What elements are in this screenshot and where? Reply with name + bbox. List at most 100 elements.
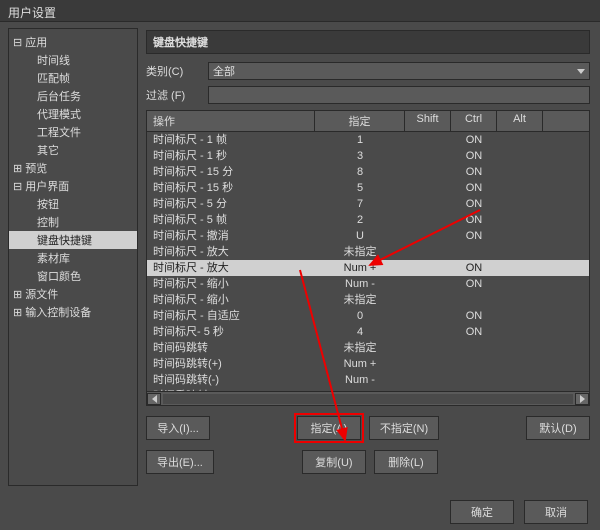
cell-ctrl xyxy=(451,372,497,388)
table-row[interactable]: 时间标尺- 5 秒4ON xyxy=(147,324,589,340)
button-row-2: 导出(E)... 复制(U) 删除(L) xyxy=(146,450,590,474)
tree-item[interactable]: 控制 xyxy=(9,213,137,231)
table-row[interactable]: 时间标尺 - 放大未指定 xyxy=(147,244,589,260)
panel-title: 键盘快捷键 xyxy=(146,30,590,54)
table-row[interactable]: 时间标尺 - 1 秒3ON xyxy=(147,148,589,164)
table-row[interactable]: 时间标尺 - 15 秒5ON xyxy=(147,180,589,196)
table-row[interactable]: 时间标尺 - 自适应0ON xyxy=(147,308,589,324)
col-ctrl[interactable]: Ctrl xyxy=(451,111,497,131)
cell-assigned: 未指定 xyxy=(315,244,405,260)
cell-action: 时间标尺 - 撤消 xyxy=(147,228,315,244)
table-row[interactable]: 时间标尺 - 缩小未指定 xyxy=(147,292,589,308)
table-row[interactable]: 时间标尺 - 1 帧1ON xyxy=(147,132,589,148)
cell-action: 时间标尺 - 5 帧 xyxy=(147,212,315,228)
cell-assigned: U xyxy=(315,228,405,244)
tree-item[interactable]: 工程文件 xyxy=(9,123,137,141)
duplicate-button[interactable]: 复制(U) xyxy=(302,450,366,474)
category-dropdown[interactable]: 全部 xyxy=(208,62,590,80)
table-row[interactable]: 时间标尺 - 缩小Num -ON xyxy=(147,276,589,292)
tree-item[interactable]: 素材库 xyxy=(9,249,137,267)
tree-item[interactable]: 窗口颜色 xyxy=(9,267,137,285)
col-shift[interactable]: Shift xyxy=(405,111,451,131)
tree-item[interactable]: 用户界面 xyxy=(9,177,137,195)
filter-label: 过滤 (F) xyxy=(146,87,202,103)
category-value: 全部 xyxy=(213,63,235,79)
table-row[interactable]: 时间标尺 - 5 帧2ON xyxy=(147,212,589,228)
export-button[interactable]: 导出(E)... xyxy=(146,450,214,474)
cell-alt xyxy=(497,324,543,340)
cell-shift xyxy=(405,324,451,340)
cell-ctrl: ON xyxy=(451,260,497,276)
col-alt[interactable]: Alt xyxy=(497,111,543,131)
category-row: 类别(C) 全部 xyxy=(146,62,590,80)
settings-tree[interactable]: 应用时间线匹配帧后台任务代理模式工程文件其它预览用户界面按钮控制键盘快捷键素材库… xyxy=(8,28,138,486)
cell-alt xyxy=(497,180,543,196)
cell-shift xyxy=(405,308,451,324)
tree-item[interactable]: 按钮 xyxy=(9,195,137,213)
tree-item[interactable]: 应用 xyxy=(9,33,137,51)
table-row[interactable]: 时间码跳转(-)Num - xyxy=(147,372,589,388)
cell-alt xyxy=(497,340,543,356)
cell-shift xyxy=(405,244,451,260)
tree-item[interactable]: 输入控制设备 xyxy=(9,303,137,321)
cell-ctrl: ON xyxy=(451,180,497,196)
cell-ctrl: ON xyxy=(451,148,497,164)
cell-alt xyxy=(497,132,543,148)
ok-button[interactable]: 确定 xyxy=(450,500,514,524)
table-row[interactable]: 时间标尺 - 撤消UON xyxy=(147,228,589,244)
cell-alt xyxy=(497,308,543,324)
window-title: 用户设置 xyxy=(0,0,600,22)
assign-button[interactable]: 指定(A) xyxy=(297,416,361,440)
tree-item[interactable]: 后台任务 xyxy=(9,87,137,105)
scroll-left-icon[interactable] xyxy=(147,393,161,405)
table-row[interactable]: 时间码跳转(+)Num + xyxy=(147,356,589,372)
cell-shift xyxy=(405,164,451,180)
cell-action: 时间码跳转 xyxy=(147,340,315,356)
cell-shift xyxy=(405,340,451,356)
col-assigned[interactable]: 指定 xyxy=(315,111,405,131)
table-row[interactable]: 时间码跳转未指定 xyxy=(147,340,589,356)
cell-shift xyxy=(405,260,451,276)
cancel-button[interactable]: 取消 xyxy=(524,500,588,524)
cell-ctrl: ON xyxy=(451,324,497,340)
cell-ctrl xyxy=(451,292,497,308)
col-action[interactable]: 操作 xyxy=(147,111,315,131)
tree-item[interactable]: 预览 xyxy=(9,159,137,177)
cell-ctrl xyxy=(451,356,497,372)
shortcut-table: 操作 指定 Shift Ctrl Alt 时间标尺 - 1 帧1ON时间标尺 -… xyxy=(146,110,590,406)
table-body[interactable]: 时间标尺 - 1 帧1ON时间标尺 - 1 秒3ON时间标尺 - 15 分8ON… xyxy=(147,132,589,391)
unassign-button[interactable]: 不指定(N) xyxy=(369,416,439,440)
import-button[interactable]: 导入(I)... xyxy=(146,416,210,440)
tree-item[interactable]: 匹配帧 xyxy=(9,69,137,87)
cell-shift xyxy=(405,212,451,228)
scroll-track[interactable] xyxy=(163,394,573,404)
tree-item[interactable]: 时间线 xyxy=(9,51,137,69)
cell-ctrl xyxy=(451,244,497,260)
cell-assigned: 5 xyxy=(315,180,405,196)
cell-alt xyxy=(497,276,543,292)
default-button[interactable]: 默认(D) xyxy=(526,416,590,440)
cell-assigned: 7 xyxy=(315,196,405,212)
cell-assigned: 未指定 xyxy=(315,340,405,356)
cell-ctrl: ON xyxy=(451,212,497,228)
cell-alt xyxy=(497,196,543,212)
delete-button[interactable]: 删除(L) xyxy=(374,450,438,474)
filter-row: 过滤 (F) xyxy=(146,86,590,104)
tree-item[interactable]: 键盘快捷键 xyxy=(9,231,137,249)
cell-action: 时间标尺 - 放大 xyxy=(147,260,315,276)
tree-item[interactable]: 其它 xyxy=(9,141,137,159)
cell-shift xyxy=(405,372,451,388)
table-row[interactable]: 时间标尺 - 放大Num +ON xyxy=(147,260,589,276)
scroll-right-icon[interactable] xyxy=(575,393,589,405)
tree-item[interactable]: 代理模式 xyxy=(9,105,137,123)
cell-shift xyxy=(405,148,451,164)
cell-assigned: 4 xyxy=(315,324,405,340)
table-row[interactable]: 时间标尺 - 5 分7ON xyxy=(147,196,589,212)
cell-action: 时间标尺 - 1 秒 xyxy=(147,148,315,164)
horizontal-scrollbar[interactable] xyxy=(147,391,589,405)
tree-item[interactable]: 源文件 xyxy=(9,285,137,303)
filter-input[interactable] xyxy=(208,86,590,104)
cell-alt xyxy=(497,292,543,308)
cell-ctrl: ON xyxy=(451,308,497,324)
table-row[interactable]: 时间标尺 - 15 分8ON xyxy=(147,164,589,180)
